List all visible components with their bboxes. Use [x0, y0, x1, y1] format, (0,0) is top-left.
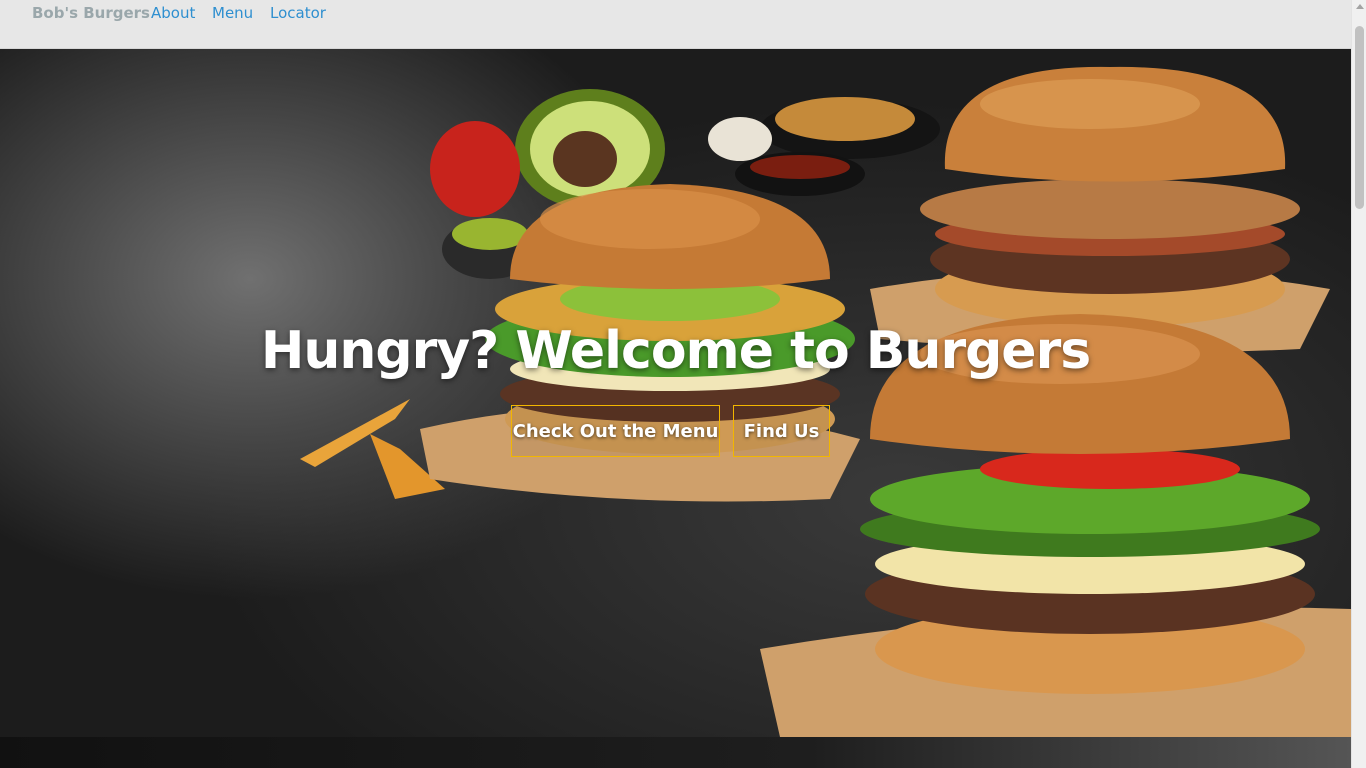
tortilla-chips	[300, 399, 445, 499]
next-section-edge	[0, 737, 1351, 768]
scroll-up-arrow-icon[interactable]	[1356, 4, 1364, 9]
nav-link-menu[interactable]: Menu	[212, 3, 253, 23]
hero-background-image	[300, 66, 1351, 737]
hero-title: Hungry? Welcome to Burgers	[260, 321, 1091, 381]
nav-link-about[interactable]: About	[151, 3, 195, 23]
hero-section: Hungry? Welcome to Burgers Check Out the…	[0, 49, 1351, 737]
find-us-button[interactable]: Find Us	[733, 405, 830, 457]
burger-top-right	[870, 66, 1330, 353]
brand-link[interactable]: Bob's Burgers	[32, 3, 150, 23]
check-out-menu-button[interactable]: Check Out the Menu	[511, 405, 720, 457]
scrollbar-thumb[interactable]	[1355, 26, 1364, 209]
nav-link-locator[interactable]: Locator	[270, 3, 326, 23]
navbar: Bob's Burgers About Menu Locator	[0, 0, 1351, 49]
page-scrollbar[interactable]	[1351, 0, 1366, 768]
